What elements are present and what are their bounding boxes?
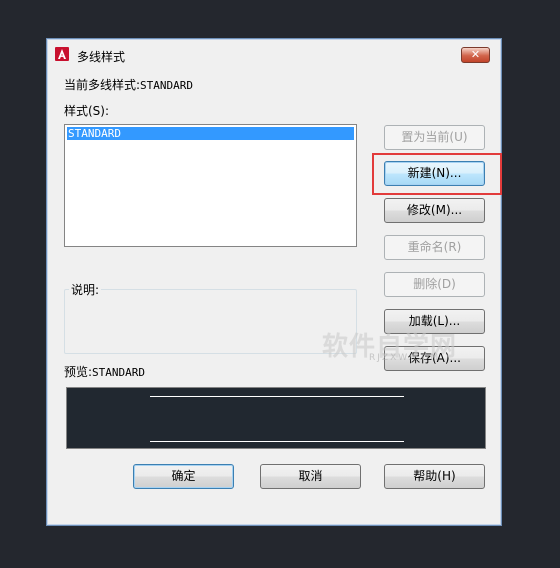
- description-box: [64, 289, 357, 354]
- multiline-style-dialog: 多线样式 ✕ 当前多线样式:STANDARD 样式(S): STANDARD 说…: [46, 38, 502, 526]
- rename-button[interactable]: 重命名(R): [384, 235, 485, 260]
- preview-value: STANDARD: [92, 366, 146, 379]
- preview-pane: [66, 387, 486, 449]
- delete-button[interactable]: 删除(D): [384, 272, 485, 297]
- new-button-highlight: [372, 153, 502, 195]
- description-label: 说明:: [69, 281, 102, 298]
- preview-bottom-line: [150, 441, 404, 442]
- watermark-sub: RJZXW.COM: [369, 353, 441, 363]
- current-style-row: 当前多线样式:STANDARD: [64, 76, 193, 93]
- help-button[interactable]: 帮助(H): [384, 464, 485, 489]
- set-current-button[interactable]: 置为当前(U): [384, 125, 485, 150]
- preview-row: 预览:STANDARD: [64, 363, 145, 380]
- modify-button[interactable]: 修改(M)...: [384, 198, 485, 223]
- title-bar[interactable]: 多线样式 ✕: [47, 39, 501, 69]
- dialog-title: 多线样式: [77, 50, 126, 64]
- close-button[interactable]: ✕: [461, 47, 490, 63]
- ok-button[interactable]: 确定: [133, 464, 234, 489]
- preview-top-line: [150, 396, 404, 397]
- cancel-button[interactable]: 取消: [260, 464, 361, 489]
- styles-label: 样式(S):: [64, 104, 110, 118]
- preview-label: 预览:: [64, 365, 93, 379]
- list-item[interactable]: STANDARD: [67, 127, 354, 140]
- close-icon: ✕: [470, 48, 481, 61]
- autocad-a-icon: [55, 47, 69, 61]
- styles-listbox[interactable]: STANDARD: [64, 124, 357, 247]
- current-style-value: STANDARD: [140, 79, 194, 92]
- current-style-label: 当前多线样式:: [64, 78, 141, 92]
